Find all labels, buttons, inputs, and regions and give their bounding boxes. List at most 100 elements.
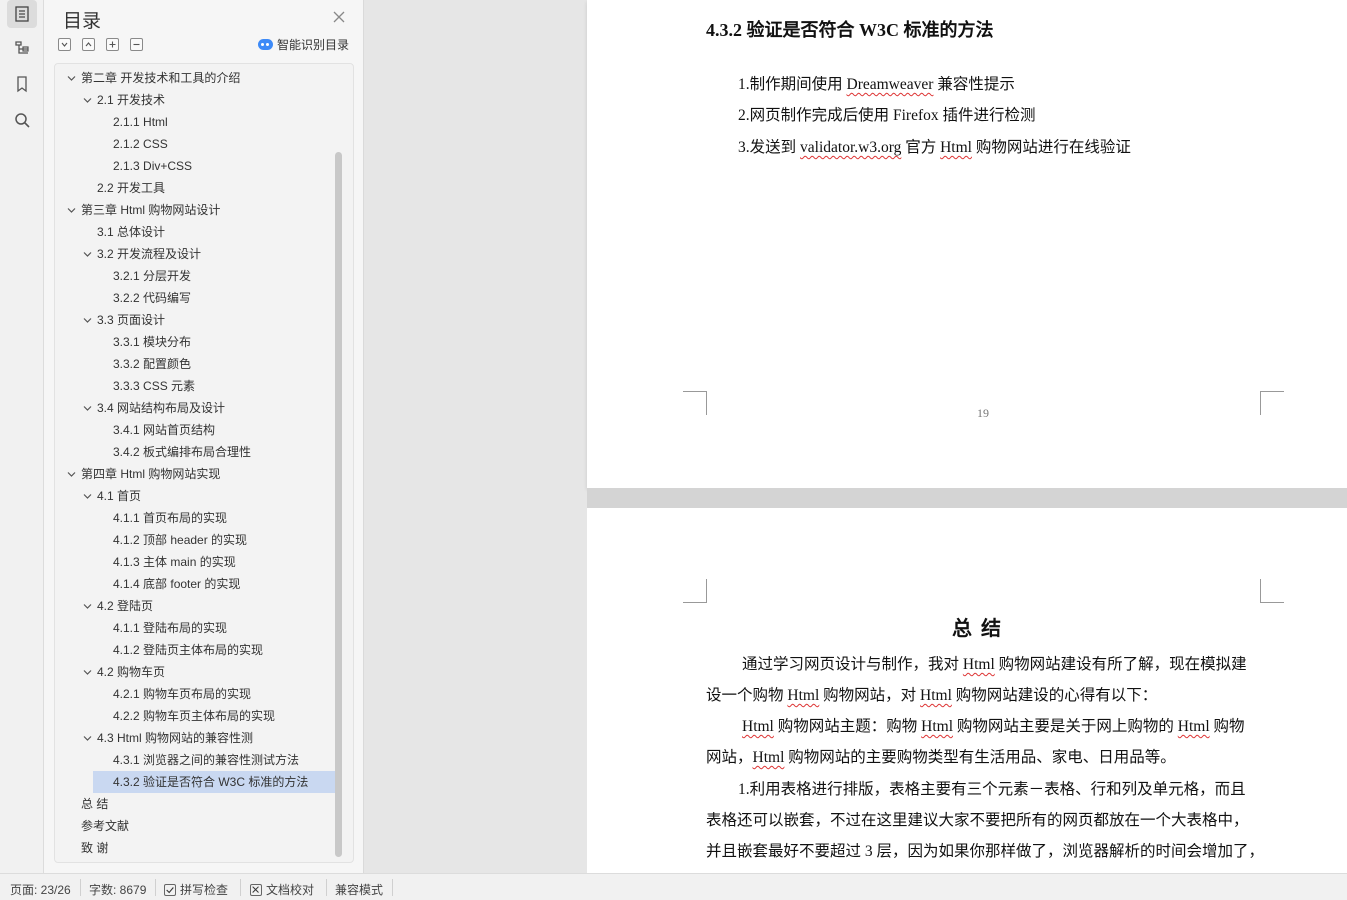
toc-item-label: 3.3.3 CSS 元素 [113,379,196,393]
toc-item-label: 4.1.2 顶部 header 的实现 [113,533,248,547]
toc-item[interactable]: 3.1 总体设计 [55,221,335,243]
toc-item[interactable]: 4.2.2 购物车页主体布局的实现 [55,705,335,727]
page-number: 19 [977,406,989,420]
toc-item[interactable]: 3.3.2 配置颜色 [55,353,335,375]
toc-item[interactable]: 4.1.1 登陆布局的实现 [55,617,335,639]
toc-item[interactable]: 4.1.2 登陆页主体布局的实现 [55,639,335,661]
toc-item-label: 4.1.2 登陆页主体布局的实现 [113,643,264,657]
spell-flag: Html [752,749,785,766]
toc-item-label: 2.2 开发工具 [97,181,166,195]
toc-item[interactable]: 4.2 登陆页 [55,595,335,617]
toc-item-label: 4.2 购物车页 [97,665,166,679]
toc-item[interactable]: 4.2 购物车页 [55,661,335,683]
ai-icon [258,39,273,50]
spell-flag: Html [742,718,774,735]
toc-item[interactable]: 2.1.1 Html [55,111,335,133]
summary-title: 总 结 [952,618,1003,640]
toc-item[interactable]: 3.2.2 代码编写 [55,287,335,309]
toc-item[interactable]: 3.3.3 CSS 元素 [55,375,335,397]
page: 4.3.2 验证是否符合 W3C 标准的方法 1.制作期间使用 Dreamwea… [587,0,1347,488]
toc-item[interactable]: 参考文献 [55,815,335,837]
smart-recognize-label: 智能识别目录 [277,38,350,52]
divider [80,879,81,896]
toc-item[interactable]: 3.2 开发流程及设计 [55,243,335,265]
toc-item[interactable]: 2.2 开发工具 [55,177,335,199]
toc-item-label: 4.1.4 底部 footer 的实现 [113,577,241,591]
toc-item[interactable]: 4.1 首页 [55,485,335,507]
chevron-down-icon[interactable] [83,734,92,743]
crop-mark [1260,579,1284,603]
expand-all-button[interactable] [58,38,71,51]
toc-item[interactable]: 2.1.3 Div+CSS [55,155,335,177]
toc-item[interactable]: 2.1.2 CSS [55,133,335,155]
toc-item-label: 2.1.2 CSS [113,137,168,151]
toc-item[interactable]: 4.1.3 主体 main 的实现 [55,551,335,573]
proofread-icon [250,883,262,896]
chevron-down-icon[interactable] [83,668,92,677]
toc-item[interactable]: 总 结 [55,793,335,815]
page-gap [587,488,1347,508]
page-count[interactable]: 页面: 23/26 [10,881,71,898]
toc-item-label: 3.2.2 代码编写 [113,291,192,305]
crop-mark [1260,391,1284,415]
checkbox-icon [164,883,176,896]
toc-item[interactable]: 第二章 开发技术和工具的介绍 [55,67,335,89]
toc-item[interactable]: 3.4.2 板式编排布局合理性 [55,441,335,463]
chevron-down-icon[interactable] [83,404,92,413]
toc-item[interactable]: 第四章 Html 购物网站实现 [55,463,335,485]
toc-tree: 第二章 开发技术和工具的介绍 2.1 开发技术 2.1.1 Html 2.1.2 CS… [54,63,354,863]
chevron-down-icon[interactable] [67,206,76,215]
spell-flag: Html [920,687,952,704]
close-icon[interactable] [332,10,346,24]
toc-item[interactable]: 4.1.1 首页布局的实现 [55,507,335,529]
chevron-down-icon[interactable] [83,96,92,105]
chevron-down-icon[interactable] [83,492,92,501]
proofread-button[interactable]: 文档校对 [250,881,314,898]
proofread-label: 文档校对 [266,883,315,897]
chevron-down-icon[interactable] [67,470,76,479]
toc-icon[interactable] [7,0,37,28]
toc-item[interactable]: 3.3 页面设计 [55,309,335,331]
toc-item[interactable]: 致 谢 [55,837,335,859]
toc-item[interactable]: 3.2.1 分层开发 [55,265,335,287]
chevron-down-icon[interactable] [67,74,76,83]
navigation-icon[interactable] [7,34,37,62]
toc-item[interactable]: 2.1 开发技术 [55,89,335,111]
remove-heading-button[interactable] [130,38,143,51]
spell-flag: Html [787,687,820,704]
add-heading-button[interactable] [106,38,119,51]
toc-item[interactable]: 4.3.2 验证是否符合 W3C 标准的方法 [93,771,335,793]
toc-scrollbar[interactable] [335,152,342,857]
paragraph-line: 网站，Html 购物网站的主要购物类型有生活用品、家电、日用品等。 [706,749,1176,766]
word-count[interactable]: 字数: 8679 [89,881,146,898]
chevron-down-icon[interactable] [83,250,92,259]
paragraph-line: 1.利用表格进行排版，表格主要有三个元素－表格、行和列及单元格，而且 [738,781,1246,798]
smart-recognize-toc-button[interactable]: 智能识别目录 [258,36,349,53]
toc-item-label: 2.1.3 Div+CSS [113,159,193,173]
toc-item[interactable]: 3.3.1 模块分布 [55,331,335,353]
toc-item[interactable]: 3.4 网站结构布局及设计 [55,397,335,419]
toc-item[interactable]: 4.1.4 底部 footer 的实现 [55,573,335,595]
toc-item[interactable]: 4.1.2 顶部 header 的实现 [55,529,335,551]
toc-item[interactable]: 4.3.1 浏览器之间的兼容性测试方法 [55,749,335,771]
chevron-down-icon[interactable] [83,316,92,325]
search-icon[interactable] [7,106,37,134]
toc-item-label: 3.4.1 网站首页结构 [113,423,216,437]
bookmark-icon[interactable] [7,70,37,98]
paragraph-line: 通过学习网页设计与制作，我对 Html 购物网站建设有所了解，现在模拟建 [742,656,1247,673]
paragraph-line: Html 购物网站主题：购物 Html 购物网站主要是关于网上购物的 Html … [742,718,1245,735]
toc-item[interactable]: 4.3 Html 购物网站的兼容性测 [55,727,335,749]
toc-item[interactable]: 3.4.1 网站首页结构 [55,419,335,441]
toc-item-label: 3.3.2 配置颜色 [113,357,192,371]
toc-item-label: 3.2.1 分层开发 [113,269,192,283]
toc-item[interactable]: 第三章 Html 购物网站设计 [55,199,335,221]
chevron-down-icon[interactable] [83,602,92,611]
document-canvas[interactable]: 4.3.2 验证是否符合 W3C 标准的方法 1.制作期间使用 Dreamwea… [364,0,1347,873]
spell-flag: validator.w3.org [800,139,902,156]
divider [155,879,156,896]
collapse-all-button[interactable] [82,38,95,51]
spell-check-toggle[interactable]: 拼写检查 [164,881,228,898]
toc-item[interactable]: 4.2.1 购物车页布局的实现 [55,683,335,705]
toc-item-label: 4.3.1 浏览器之间的兼容性测试方法 [113,753,300,767]
compat-mode-label: 兼容模式 [335,883,384,897]
